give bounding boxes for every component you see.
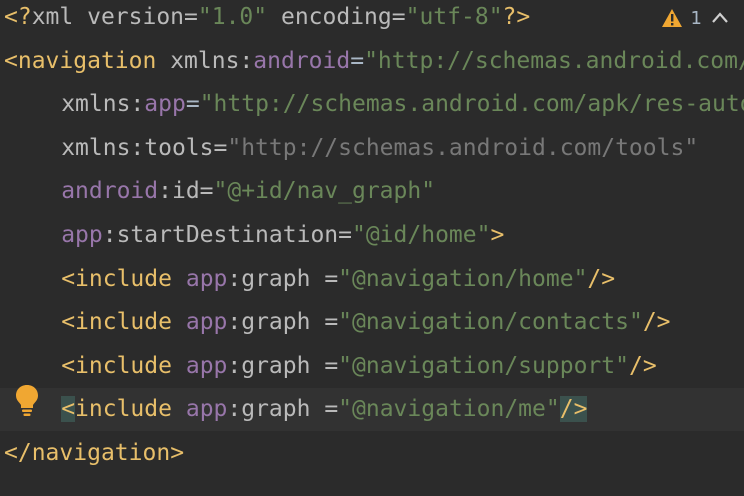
code-token: /> (587, 265, 616, 292)
code-token: > (490, 222, 505, 248)
code-token: encoding= (267, 4, 406, 30)
code-line-text: </navigation> (4, 432, 184, 475)
code-line-text: <?xml version="1.0" encoding="utf-8"?> (4, 0, 530, 39)
code-token: app (185, 309, 228, 336)
lightbulb-icon[interactable] (14, 383, 40, 417)
chevron-up-icon[interactable] (710, 8, 730, 28)
code-line[interactable]: android:id="@+id/nav_graph" (0, 170, 744, 213)
code-line-text: xmlns:tools="http://schemas.android.com/… (4, 127, 698, 170)
code-token: "http://schemas.android.com/apk/res-auto… (199, 91, 744, 118)
code-token: ?> (502, 4, 531, 30)
code-line-text: <include app:graph ="@navigation/me"/> (4, 388, 588, 431)
code-token: app (185, 265, 228, 292)
code-line-text: <navigation xmlns:android="http://schema… (4, 40, 744, 83)
code-line[interactable]: </navigation> (0, 432, 744, 475)
inspection-widget[interactable]: 1 (661, 4, 730, 32)
code-token: "@navigation/support" (338, 352, 629, 379)
code-token: "@navigation/home" (338, 265, 588, 292)
code-token: :id= (158, 178, 214, 205)
code-line-text: xmlns:app="http://schemas.android.com/ap… (4, 83, 744, 126)
code-token: include (75, 352, 172, 379)
code-line-text: <include app:graph ="@navigation/support… (4, 345, 657, 388)
code-token: "http://schemas.android.com/tools" (227, 134, 699, 161)
code-editor[interactable]: <?xml version="1.0" encoding="utf-8"?> <n… (0, 0, 744, 496)
code-token: "@+id/nav_graph" (213, 178, 436, 205)
code-line[interactable]: xmlns:tools="http://schemas.android.com/… (0, 127, 744, 170)
code-line[interactable]: <include app:graph ="@navigation/support… (0, 345, 744, 388)
code-token: android (253, 47, 351, 74)
warning-count: 1 (690, 7, 702, 29)
code-token: include (75, 309, 172, 336)
code-line-text: <include app:graph ="@navigation/home"/> (4, 258, 615, 301)
code-token: navigation (17, 47, 157, 74)
code-token: "http://schemas.android.com/apk/res/andr… (364, 47, 744, 74)
code-token: < (61, 309, 76, 336)
code-token: navigation (31, 440, 171, 466)
code-line[interactable]: <?xml version="1.0" encoding="utf-8"?> (0, 0, 744, 39)
code-line[interactable]: <include app:graph ="@navigation/me"/> (0, 388, 744, 432)
code-token: app (61, 222, 103, 248)
code-token: = (350, 47, 365, 74)
code-token: "@navigation/me" (338, 396, 560, 423)
code-token: "1.0" (197, 4, 268, 30)
code-token: xmlns: (61, 91, 145, 118)
code-token: "utf-8" (405, 4, 503, 30)
code-line[interactable]: <navigation xmlns:android="http://schema… (0, 40, 744, 83)
code-token: /> (628, 352, 657, 379)
code-token: :startDestination= (102, 222, 352, 248)
code-token: > (170, 440, 185, 466)
code-token: xmlns:tools= (61, 134, 228, 161)
code-token: :graph = (227, 396, 339, 423)
code-line[interactable]: <include app:graph ="@navigation/contact… (0, 301, 744, 344)
code-token: < (4, 47, 18, 74)
code-token: < (61, 396, 76, 423)
code-token: xml version= (31, 4, 198, 30)
code-token: = (185, 91, 200, 118)
code-token: :graph = (227, 352, 339, 379)
code-token: </ (4, 440, 32, 466)
code-line[interactable]: <include app:graph ="@navigation/home"/> (0, 258, 744, 301)
code-token: /> (642, 309, 671, 336)
code-token: app (185, 352, 228, 379)
code-line-text: <include app:graph ="@navigation/contact… (4, 301, 671, 344)
code-token: app (144, 91, 186, 118)
code-token: include (75, 265, 172, 292)
code-token: android (61, 178, 159, 205)
code-token: < (61, 352, 76, 379)
code-token: include (75, 396, 172, 423)
code-token: < (61, 265, 76, 292)
code-token: :graph = (227, 309, 339, 336)
code-token: "@navigation/contacts" (338, 309, 643, 336)
code-token: "@id/home" (351, 222, 491, 248)
code-line[interactable]: app:startDestination="@id/home"> (0, 214, 744, 257)
code-token: <? (4, 4, 32, 30)
code-token: :graph = (227, 265, 339, 292)
code-line[interactable]: xmlns:app="http://schemas.android.com/ap… (0, 83, 744, 126)
code-token: app (185, 396, 228, 423)
code-line-text: app:startDestination="@id/home"> (4, 214, 504, 257)
code-line-text: android:id="@+id/nav_graph" (4, 170, 435, 213)
code-token: /> (559, 396, 588, 423)
code-token: xmlns: (156, 47, 254, 74)
warning-icon[interactable] (661, 8, 683, 28)
